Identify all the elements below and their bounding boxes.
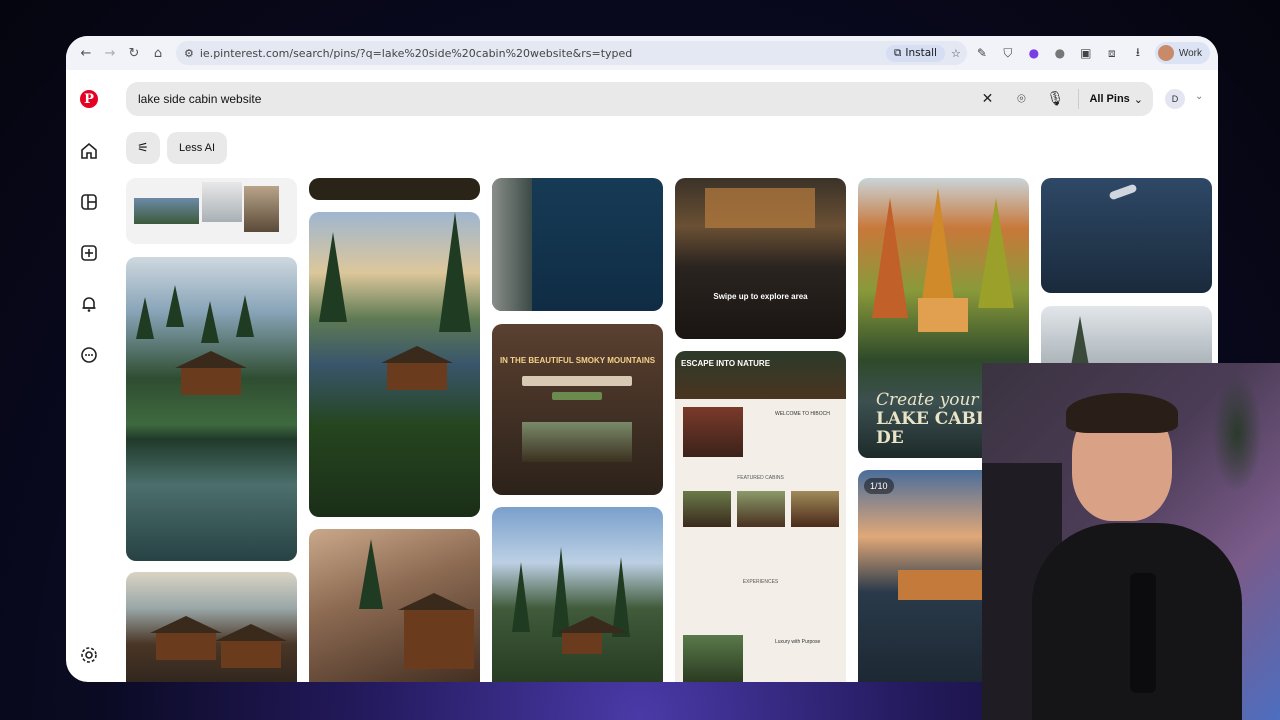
star-icon[interactable]: ☆ <box>951 47 961 60</box>
pin-card[interactable] <box>492 178 663 311</box>
pin-card[interactable] <box>126 572 297 682</box>
pin-card[interactable] <box>126 257 297 561</box>
divider <box>1078 89 1080 109</box>
site-settings-icon[interactable]: ⚙ <box>184 47 194 60</box>
extension-icon[interactable]: ● <box>1049 42 1071 64</box>
shield-icon[interactable]: ⛉ <box>997 42 1019 64</box>
forward-icon[interactable]: → <box>98 41 122 65</box>
pin-title: ESCAPE INTO NATURE <box>681 359 771 368</box>
section-label: EXPERIENCES <box>742 579 779 585</box>
address-bar[interactable]: ⚙ ie.pinterest.com/search/pins/?q=lake%2… <box>176 41 967 65</box>
camera-search-icon[interactable]: ⌾ <box>1008 86 1034 112</box>
url-text: ie.pinterest.com/search/pins/?q=lake%20s… <box>199 46 633 60</box>
filter-icon: ⚟ <box>137 140 149 156</box>
reload-icon[interactable]: ↻ <box>122 41 146 65</box>
scope-dropdown[interactable]: All Pins ⌄ <box>1089 93 1143 106</box>
install-icon: ⧉ <box>893 46 902 59</box>
extension-icon[interactable]: ▣ <box>1075 42 1097 64</box>
download-icon[interactable]: ⭳ <box>1127 42 1149 64</box>
explore-icon[interactable] <box>78 191 100 213</box>
pin-card[interactable] <box>126 178 297 244</box>
messages-icon[interactable] <box>78 344 100 366</box>
pin-counter-badge: 1/10 <box>864 478 894 494</box>
pin-card[interactable]: ESCAPE INTO NATURE WELCOME TO HIBOCH FEA… <box>675 351 846 682</box>
browser-toolbar: ← → ↻ ⌂ ⚙ ie.pinterest.com/search/pins/?… <box>66 36 1218 70</box>
pin-title: IN THE BEAUTIFUL SMOKY MOUNTAINS <box>499 356 656 365</box>
pin-card[interactable]: Swipe up to explore area <box>675 178 846 339</box>
settings-icon[interactable] <box>78 644 100 666</box>
back-icon[interactable]: ← <box>74 41 98 65</box>
install-label: Install <box>905 47 937 59</box>
sidebar-nav: P <box>66 70 112 682</box>
pin-caption: Swipe up to explore area <box>713 292 808 301</box>
scope-label: All Pins <box>1089 93 1130 105</box>
pinterest-logo[interactable]: P <box>78 88 100 110</box>
section-label: Luxury with Purpose <box>775 639 821 645</box>
notifications-icon[interactable] <box>78 293 100 315</box>
search-input[interactable]: lake side cabin website <box>138 92 966 106</box>
section-label: FEATURED CABINS <box>737 475 784 481</box>
mic-icon[interactable]: 🎙 <box>1042 86 1068 112</box>
section-label: WELCOME TO HIBOCH <box>775 411 830 417</box>
less-ai-button[interactable]: Less AI <box>167 132 227 164</box>
pin-card[interactable] <box>309 178 480 200</box>
search-bar[interactable]: lake side cabin website ✕ ⌾ 🎙 All Pins ⌄ <box>126 82 1153 116</box>
install-button[interactable]: ⧉ Install <box>885 44 945 62</box>
avatar <box>1157 45 1174 61</box>
profile-label: Work <box>1178 47 1202 59</box>
pin-card[interactable] <box>309 212 480 517</box>
pin-card[interactable]: IN THE BEAUTIFUL SMOKY MOUNTAINS <box>492 324 663 495</box>
create-icon[interactable] <box>78 242 100 264</box>
extension-icon[interactable]: ● <box>1023 42 1045 64</box>
pin-card[interactable] <box>1041 178 1212 293</box>
home-icon[interactable]: ⌂ <box>146 41 170 65</box>
pen-icon[interactable]: ✎ <box>971 42 993 64</box>
pin-card[interactable] <box>309 529 480 682</box>
pin-card[interactable] <box>492 507 663 682</box>
chevron-down-icon: ⌄ <box>1133 92 1143 106</box>
home-icon[interactable] <box>78 140 100 162</box>
profile-button[interactable]: Work <box>1154 42 1210 64</box>
user-avatar[interactable]: D <box>1165 89 1185 109</box>
puzzle-icon[interactable]: ⧈ <box>1101 42 1123 64</box>
webcam-overlay <box>982 363 1280 720</box>
filter-button[interactable]: ⚟ <box>126 132 160 164</box>
clear-icon[interactable]: ✕ <box>974 86 1000 112</box>
chevron-down-icon[interactable]: ⌄ <box>1195 91 1203 102</box>
